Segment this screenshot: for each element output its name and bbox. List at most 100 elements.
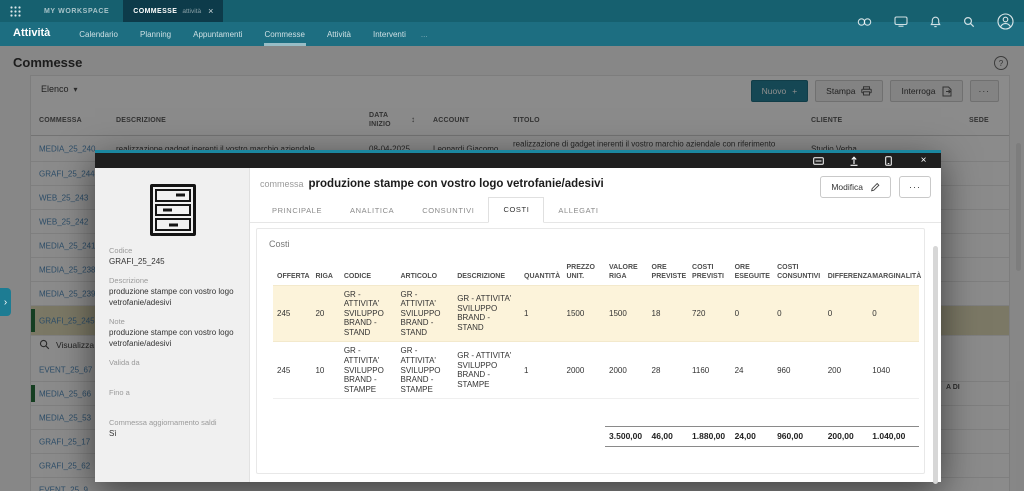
- field-value-aggiornamento-saldi: Sì: [109, 429, 237, 439]
- col-quantita: QUANTITÀ: [520, 261, 563, 285]
- field-value-valida-da: [109, 369, 237, 379]
- modal-titlebar: ×: [95, 153, 941, 168]
- field-value-codice: GRAFI_25_245: [109, 257, 237, 267]
- cabinet-icon: [150, 184, 196, 236]
- col-riga: RIGA: [311, 261, 339, 285]
- total-valore-riga: 3.500,00: [605, 427, 648, 446]
- descrizione-cell: GR - ATTIVITA' SVILUPPO BRAND - STAND: [453, 285, 520, 342]
- tab-analitica[interactable]: ANALITICA: [336, 199, 408, 223]
- sidebar-fields: Codice GRAFI_25_245 Descrizione produzio…: [109, 246, 237, 439]
- commessa-detail-modal: × Codice GRAFI_25_245 Descrizione produz…: [95, 150, 941, 482]
- marginalita-cell: 1040: [868, 342, 919, 399]
- valore-riga-cell: 2000: [605, 342, 648, 399]
- differenza-cell: 0: [824, 285, 869, 342]
- nav-item-appuntamenti[interactable]: Appuntamenti: [192, 22, 243, 46]
- prezzo-unit-cell: 1500: [563, 285, 606, 342]
- descrizione-cell: GR - ATTIVITA' SVILUPPO BRAND - STAMPE: [453, 342, 520, 399]
- modal-tabs: PRINCIPALE ANALITICA CONSUNTIVI COSTI AL…: [250, 198, 941, 223]
- col-costi-consuntivi: COSTI CONSUNTIVI: [773, 261, 824, 285]
- tab-principale[interactable]: PRINCIPALE: [258, 199, 336, 223]
- search-icon[interactable]: [963, 16, 975, 28]
- edit-button[interactable]: Modifica: [820, 176, 891, 198]
- monitor-icon[interactable]: [894, 16, 908, 27]
- modal-more-button[interactable]: ···: [899, 176, 931, 198]
- app-grid-icon[interactable]: [0, 0, 30, 22]
- cost-row[interactable]: 245 20 GR - ATTIVITA' SVILUPPO BRAND - S…: [273, 285, 919, 342]
- modal-main: commessa produzione stampe con vostro log…: [250, 168, 941, 482]
- prezzo-unit-cell: 2000: [563, 342, 606, 399]
- total-costi-previsti: 1.880,00: [688, 427, 731, 446]
- total-ore-eseguite: 24,00: [731, 427, 774, 446]
- field-label-note: Note: [109, 317, 237, 326]
- header-icon-group: [857, 13, 1014, 30]
- col-offerta: OFFERTA: [273, 261, 311, 285]
- quantita-cell: 1: [520, 285, 563, 342]
- total-ore-previste: 46,00: [648, 427, 689, 446]
- nav-overflow[interactable]: ...: [421, 22, 428, 46]
- avatar[interactable]: [997, 13, 1014, 30]
- field-label-fino-a: Fino a: [109, 388, 237, 397]
- nav-item-calendario[interactable]: Calendario: [78, 22, 119, 46]
- module-title: Attività: [0, 22, 50, 46]
- cost-row[interactable]: 245 10 GR - ATTIVITA' SVILUPPO BRAND - S…: [273, 342, 919, 399]
- workspace-tab[interactable]: MY WORKSPACE: [30, 0, 123, 22]
- field-value-descrizione: produzione stampe con vostro logo vetrof…: [109, 287, 237, 308]
- codice-cell: GR - ATTIVITA' SVILUPPO BRAND - STAND: [340, 285, 397, 342]
- differenza-cell: 200: [824, 342, 869, 399]
- modal-sidebar: Codice GRAFI_25_245 Descrizione produzio…: [95, 168, 250, 482]
- total-marginalita: 1.040,00: [868, 427, 919, 446]
- total-differenza: 200,00: [824, 427, 869, 446]
- riga-link[interactable]: 10: [311, 342, 339, 399]
- articolo-cell: GR - ATTIVITA' SVILUPPO BRAND - STAND: [397, 285, 454, 342]
- articolo-cell: GR - ATTIVITA' SVILUPPO BRAND - STAMPE: [397, 342, 454, 399]
- commesse-tab-label: COMMESSE: [133, 8, 177, 15]
- col-ore-previste: ORE PREVISTE: [648, 261, 689, 285]
- workspace-tab-label: MY WORKSPACE: [44, 8, 109, 15]
- total-costi-consuntivi: 960,00: [773, 427, 824, 446]
- app-screen: MY WORKSPACE COMMESSE attività ×: [0, 0, 1024, 491]
- field-label-valida-da: Valida da: [109, 358, 237, 367]
- nav-item-interventi[interactable]: Interventi: [372, 22, 407, 46]
- field-label-aggiornamento-saldi: Commessa aggiornamento saldi: [109, 418, 237, 427]
- chevron-right-icon: ›: [4, 297, 7, 308]
- offerta-cell: 245: [273, 285, 311, 342]
- expand-panel-tab[interactable]: ›: [0, 288, 11, 316]
- col-marginalita: MARGINALITÀ: [868, 261, 919, 285]
- ore-previste-cell: 28: [648, 342, 689, 399]
- nav-item-planning[interactable]: Planning: [139, 22, 172, 46]
- field-label-codice: Codice: [109, 246, 237, 255]
- tab-costi[interactable]: COSTI: [488, 197, 544, 223]
- marginalita-cell: 0: [868, 285, 919, 342]
- mobile-icon[interactable]: [883, 156, 894, 166]
- commesse-tab-sublabel: attività: [182, 8, 201, 15]
- tab-close-icon[interactable]: ×: [208, 6, 213, 16]
- bell-icon[interactable]: [930, 16, 941, 28]
- codice-cell: GR - ATTIVITA' SVILUPPO BRAND - STAMPE: [340, 342, 397, 399]
- entity-label: commessa: [260, 179, 304, 189]
- field-value-note: produzione stampe con vostro logo vetrof…: [109, 328, 237, 349]
- costs-panel: Costi OFFERTA RIGA CODICE: [256, 228, 925, 474]
- field-label-descrizione: Descrizione: [109, 276, 237, 285]
- link-icon[interactable]: [857, 17, 872, 27]
- close-icon[interactable]: ×: [918, 156, 929, 166]
- nav-item-commesse[interactable]: Commesse: [264, 22, 306, 46]
- export-icon[interactable]: [848, 156, 859, 166]
- col-prezzo-unit: PREZZO UNIT.: [563, 261, 606, 285]
- commesse-tab[interactable]: COMMESSE attività ×: [123, 0, 223, 22]
- col-costi-previsti: COSTI PREVISTI: [688, 261, 731, 285]
- tab-allegati[interactable]: ALLEGATI: [544, 199, 612, 223]
- tab-consuntivi[interactable]: CONSUNTIVI: [408, 199, 488, 223]
- costs-table: OFFERTA RIGA CODICE ARTICOLO DESCRIZIONE…: [273, 261, 919, 447]
- totals-row: 3.500,00 46,00 1.880,00 24,00 960,00 200…: [273, 427, 919, 446]
- edit-button-label: Modifica: [831, 182, 863, 192]
- modal-scrollbar[interactable]: [933, 246, 938, 484]
- minimize-icon[interactable]: [813, 156, 824, 166]
- costi-previsti-cell: 720: [688, 285, 731, 342]
- riga-link[interactable]: 20: [311, 285, 339, 342]
- col-codice: CODICE: [340, 261, 397, 285]
- nav-items: Calendario Planning Appuntamenti Commess…: [78, 22, 407, 46]
- modal-title: produzione stampe con vostro logo vetrof…: [309, 178, 604, 190]
- nav-item-attivita[interactable]: Attività: [326, 22, 352, 46]
- quantita-cell: 1: [520, 342, 563, 399]
- col-valore-riga: VALORE RIGA: [605, 261, 648, 285]
